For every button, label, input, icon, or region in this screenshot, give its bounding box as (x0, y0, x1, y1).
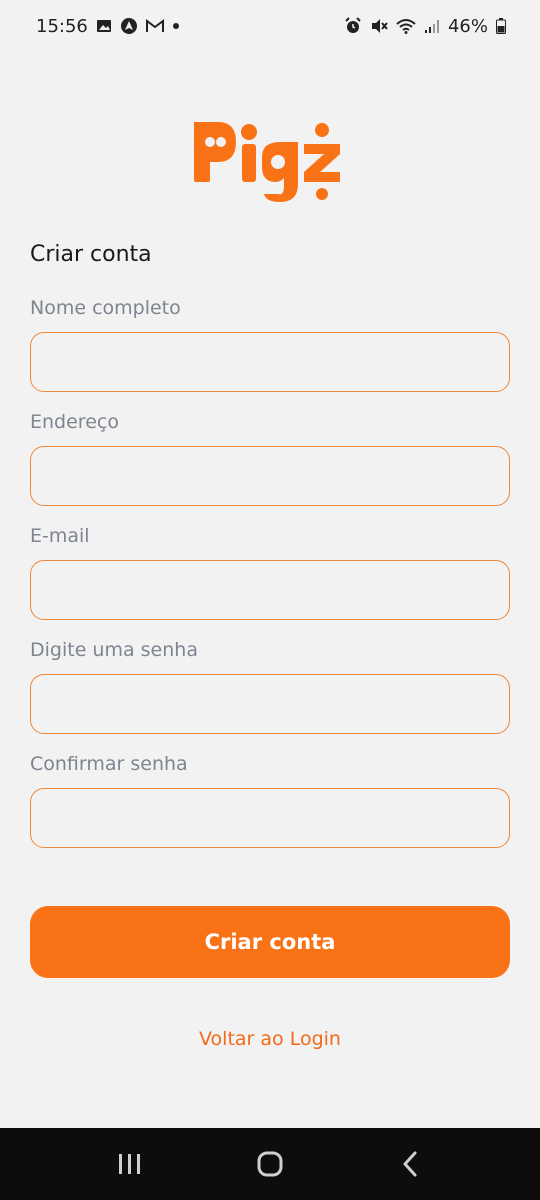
home-icon (257, 1151, 283, 1177)
wifi-icon (396, 18, 416, 34)
password-label: Digite uma senha (30, 639, 198, 661)
recent-apps-icon (119, 1154, 140, 1174)
full-name-label: Nome completo (30, 297, 181, 319)
address-field: Endereço (30, 408, 510, 506)
confirm-password-label: Confirmar senha (30, 753, 188, 775)
pigz-logo-image (194, 122, 340, 202)
confirm-password-field: Confirmar senha (30, 750, 510, 848)
home-button[interactable] (240, 1134, 300, 1194)
address-input[interactable] (30, 446, 510, 506)
recent-apps-button[interactable] (100, 1134, 160, 1194)
confirm-password-input[interactable] (30, 788, 510, 848)
back-icon (403, 1151, 417, 1177)
status-bar-right: 46% (344, 16, 506, 37)
gallery-icon (96, 18, 112, 34)
create-account-button[interactable]: Criar conta (30, 906, 510, 978)
alarm-icon (344, 17, 362, 35)
mute-icon (370, 17, 388, 35)
system-nav-bar (0, 1128, 540, 1200)
back-button[interactable] (380, 1134, 440, 1194)
status-time: 15:56 (36, 15, 88, 37)
pigz-logo (0, 112, 540, 202)
battery-icon (496, 18, 506, 34)
email-label: E-mail (30, 525, 90, 547)
password-field: Digite uma senha (30, 636, 510, 734)
gmail-icon (145, 19, 164, 33)
more-notifications-icon (172, 22, 180, 30)
signal-icon (424, 18, 440, 34)
navigation-app-icon (120, 17, 138, 35)
battery-percent: 46% (447, 15, 488, 37)
address-label: Endereço (30, 411, 119, 433)
page-title: Criar conta (30, 242, 152, 267)
back-to-login-link[interactable]: Voltar ao Login (0, 1028, 540, 1050)
status-bar-left: 15:56 (36, 16, 180, 37)
email-input[interactable] (30, 560, 510, 620)
full-name-input[interactable] (30, 332, 510, 392)
email-field: E-mail (30, 522, 510, 620)
password-input[interactable] (30, 674, 510, 734)
status-bar: 15:56 46% (0, 0, 540, 52)
full-name-field: Nome completo (30, 294, 510, 392)
